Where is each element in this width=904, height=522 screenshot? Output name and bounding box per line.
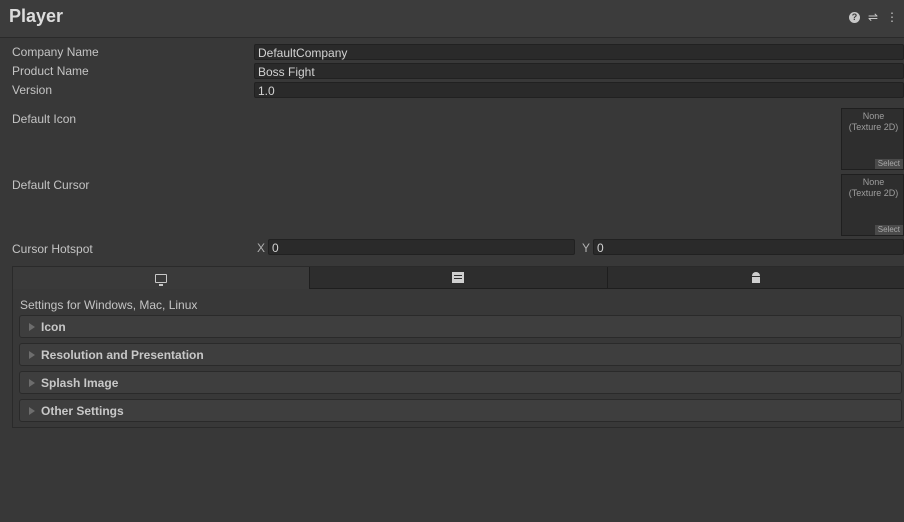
- tab-webgl[interactable]: [310, 267, 608, 289]
- foldout-resolution-presentation[interactable]: Resolution and Presentation: [19, 343, 902, 366]
- hotspot-y-field[interactable]: 0: [593, 239, 904, 255]
- slot-none-text: None: [862, 177, 885, 187]
- version-field[interactable]: 1.0: [254, 82, 904, 98]
- cursor-hotspot-label: Cursor Hotspot: [12, 242, 93, 256]
- company-name-label: Company Name: [12, 45, 99, 59]
- hotspot-y-label: Y: [582, 241, 591, 255]
- foldout-other-settings[interactable]: Other Settings: [19, 399, 902, 422]
- expand-arrow-icon: [29, 323, 35, 331]
- slot-none-text: None: [862, 111, 885, 121]
- hotspot-x-label: X: [257, 241, 266, 255]
- platform-settings-label: Settings for Windows, Mac, Linux: [20, 298, 198, 312]
- default-icon-label: Default Icon: [12, 112, 77, 126]
- select-button[interactable]: Select: [874, 225, 903, 235]
- preset-settings-icon[interactable]: ⇌: [868, 11, 878, 23]
- default-cursor-label: Default Cursor: [12, 178, 90, 192]
- default-icon-slot[interactable]: None (Texture 2D) Select: [841, 108, 904, 170]
- tab-android[interactable]: [607, 267, 904, 289]
- product-name-label: Product Name: [12, 64, 89, 78]
- version-label: Version: [12, 83, 53, 97]
- platform-settings-panel: Settings for Windows, Mac, Linux Icon Re…: [12, 266, 904, 428]
- select-button[interactable]: Select: [874, 159, 903, 169]
- more-options-icon[interactable]: ⋮: [886, 11, 898, 23]
- default-cursor-slot[interactable]: None (Texture 2D) Select: [841, 174, 904, 236]
- foldout-label: Other Settings: [41, 404, 124, 418]
- platform-tabs: [13, 267, 904, 289]
- hotspot-x-field[interactable]: 0: [268, 239, 575, 255]
- expand-arrow-icon: [29, 351, 35, 359]
- product-name-field[interactable]: Boss Fight: [254, 63, 904, 79]
- inspector-header: Player ? ⇌ ⋮: [0, 0, 904, 38]
- help-icon[interactable]: ?: [848, 12, 860, 23]
- foldout-label: Splash Image: [41, 376, 119, 390]
- foldout-splash-image[interactable]: Splash Image: [19, 371, 902, 394]
- company-name-field[interactable]: DefaultCompany: [254, 44, 904, 60]
- slot-type-text: (Texture 2D): [848, 122, 899, 132]
- monitor-icon: [155, 273, 168, 286]
- foldout-label: Resolution and Presentation: [41, 348, 204, 362]
- foldout-label: Icon: [41, 320, 66, 334]
- expand-arrow-icon: [29, 379, 35, 387]
- page-title: Player: [9, 6, 64, 26]
- slot-type-text: (Texture 2D): [848, 188, 899, 198]
- webgl-icon: [452, 272, 465, 283]
- android-icon: [751, 272, 761, 283]
- tab-standalone[interactable]: [13, 267, 311, 289]
- foldout-icon[interactable]: Icon: [19, 315, 902, 338]
- expand-arrow-icon: [29, 407, 35, 415]
